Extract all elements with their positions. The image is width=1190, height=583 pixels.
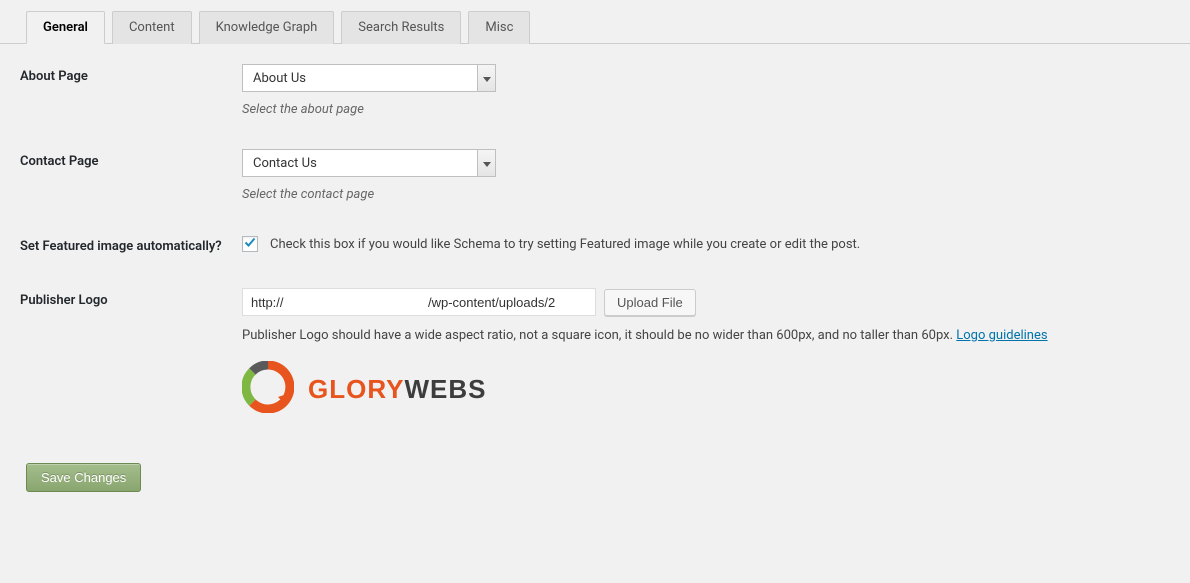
tab-search-results[interactable]: Search Results bbox=[341, 11, 461, 44]
glorywebs-logo-text: GLORYWEBS bbox=[308, 374, 486, 405]
contact-page-label: Contact Page bbox=[20, 149, 242, 171]
tabs: General Content Knowledge Graph Search R… bbox=[0, 0, 1190, 44]
tab-general[interactable]: General bbox=[26, 11, 105, 44]
tab-content[interactable]: Content bbox=[112, 11, 192, 44]
featured-image-label: Set Featured image automatically? bbox=[20, 234, 242, 256]
contact-page-dropdown-button[interactable] bbox=[477, 150, 495, 176]
about-page-select[interactable]: About Us bbox=[242, 64, 496, 92]
check-icon bbox=[244, 236, 256, 252]
publisher-logo-description: Publisher Logo should have a wide aspect… bbox=[242, 328, 1170, 343]
about-page-value: About Us bbox=[243, 65, 477, 91]
contact-page-row: Contact Page Contact Us Select the conta… bbox=[20, 149, 1170, 202]
about-page-hint: Select the about page bbox=[242, 102, 1170, 117]
tab-knowledge-graph[interactable]: Knowledge Graph bbox=[199, 11, 335, 44]
about-page-row: About Page About Us Select the about pag… bbox=[20, 64, 1170, 117]
tab-misc[interactable]: Misc bbox=[468, 11, 530, 44]
about-page-dropdown-button[interactable] bbox=[477, 65, 495, 91]
upload-file-button[interactable]: Upload File bbox=[604, 289, 696, 316]
glorywebs-logo-icon bbox=[242, 361, 294, 417]
save-changes-button[interactable]: Save Changes bbox=[26, 463, 141, 492]
publisher-logo-row: Publisher Logo Upload File Publisher Log… bbox=[20, 288, 1170, 417]
contact-page-hint: Select the contact page bbox=[242, 187, 1170, 202]
logo-guidelines-link[interactable]: Logo guidelines bbox=[956, 328, 1047, 343]
publisher-logo-label: Publisher Logo bbox=[20, 288, 242, 310]
about-page-label: About Page bbox=[20, 64, 242, 86]
caret-down-icon bbox=[483, 71, 491, 86]
caret-down-icon bbox=[483, 156, 491, 171]
featured-image-row: Set Featured image automatically? Check … bbox=[20, 234, 1170, 256]
publisher-logo-url-input[interactable] bbox=[242, 288, 596, 316]
contact-page-value: Contact Us bbox=[243, 150, 477, 176]
featured-image-checkbox[interactable] bbox=[242, 236, 258, 252]
featured-image-description: Check this box if you would like Schema … bbox=[270, 237, 860, 252]
contact-page-select[interactable]: Contact Us bbox=[242, 149, 496, 177]
publisher-logo-preview: GLORYWEBS bbox=[242, 361, 1170, 417]
save-row: Save Changes bbox=[20, 417, 1170, 492]
form-content: About Page About Us Select the about pag… bbox=[0, 44, 1190, 512]
